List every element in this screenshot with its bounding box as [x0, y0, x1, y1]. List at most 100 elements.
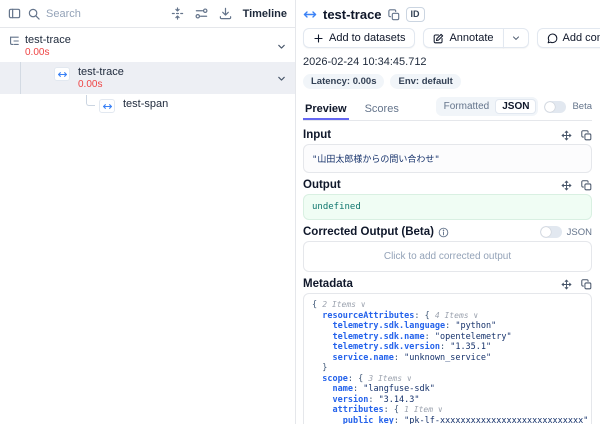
input-title: Input: [303, 129, 331, 141]
tabs-row: Preview Scores Formatted JSON Beta: [303, 97, 592, 121]
span-type-chip: [54, 67, 70, 81]
tree-row-duration: 0.00s: [78, 79, 124, 90]
search-input[interactable]: [46, 8, 164, 20]
json-line: public_key: "pk-lf-xxxxxxxxxxxxxxxxxxxxx…: [312, 416, 583, 424]
json-line: { 2 Items ∨: [312, 300, 583, 311]
json-line: attributes: { 1 Item ∨: [312, 405, 583, 416]
info-icon[interactable]: [438, 227, 449, 238]
move-horizontal-icon: [303, 9, 317, 20]
json-line: resourceAttributes: { 4 Items ∨: [312, 311, 583, 322]
corrected-output-header: Corrected Output (Beta) JSON: [303, 226, 592, 238]
trace-timestamp: 2026-02-24 10:34:45.712: [303, 56, 592, 68]
tree-row-main: test-trace 0.00s: [25, 34, 71, 58]
annotate-label: Annotate: [449, 32, 493, 44]
list-tree-icon: [8, 35, 20, 47]
annotate-button[interactable]: Annotate: [423, 28, 503, 48]
trace-detail-view: Timeline test-trace 0.00s: [0, 0, 600, 424]
latency-badge: Latency: 0.00s: [303, 74, 384, 89]
fold-vertical-icon[interactable]: [171, 7, 184, 20]
output-value: undefined: [303, 194, 592, 220]
chevron-down-icon[interactable]: [276, 41, 287, 52]
tab-preview[interactable]: Preview: [303, 103, 349, 120]
json-option[interactable]: JSON: [495, 99, 536, 114]
action-buttons: Add to datasets Annotate Add comment: [303, 28, 592, 48]
copy-icon[interactable]: [581, 130, 592, 141]
id-badge[interactable]: ID: [406, 7, 425, 22]
tree-row-trace-root[interactable]: test-trace 0.00s: [0, 30, 295, 62]
tree-row-label: test-span: [123, 98, 168, 110]
tree-row-label: test-trace: [78, 66, 124, 78]
json-line: scope: { 3 Items ∨: [312, 374, 583, 385]
tree-row-label: test-trace: [25, 34, 71, 46]
search-box: [28, 8, 164, 20]
tree-row-duration: 0.00s: [25, 47, 71, 58]
tree-row-main: test-span: [123, 98, 168, 110]
input-section-icons: [561, 130, 592, 141]
trace-tree-panel: Timeline test-trace 0.00s: [0, 0, 296, 424]
add-comment-button[interactable]: Add comment: [537, 28, 600, 48]
beta-label: Beta: [572, 101, 592, 112]
copy-icon[interactable]: [581, 279, 592, 290]
tree-toolbar: Timeline: [0, 0, 295, 28]
tree-row-trace-child-selected[interactable]: test-trace 0.00s: [0, 62, 295, 94]
trace-detail-panel: test-trace ID Add to datasets Annotate: [296, 0, 600, 424]
corrected-output-controls: JSON: [540, 226, 592, 238]
tree-row-main: test-trace 0.00s: [78, 66, 124, 90]
expand-icon[interactable]: [561, 279, 572, 290]
collapse-panel-icon[interactable]: [8, 7, 21, 20]
metadata-section-icons: [561, 279, 592, 290]
input-value: "山田太郎様からの問い合わせ": [303, 144, 592, 173]
json-line: telemetry.sdk.language: "python": [312, 321, 583, 332]
move-horizontal-icon: [102, 102, 113, 111]
add-to-datasets-label: Add to datasets: [329, 32, 405, 44]
corrected-output-title: Corrected Output (Beta): [303, 226, 449, 238]
output-section: Output undefined: [303, 179, 592, 220]
corrected-output-section: Corrected Output (Beta) JSON Click to ad…: [303, 226, 592, 272]
format-segmented-control: Formatted JSON: [436, 97, 539, 116]
annotate-split-button: Annotate: [423, 28, 528, 48]
plus-icon: [313, 33, 324, 44]
add-comment-label: Add comment: [563, 32, 600, 44]
corrected-output-title-text: Corrected Output (Beta): [303, 226, 434, 238]
json-line: telemetry.sdk.version: "1.35.1": [312, 342, 583, 353]
pen-square-icon: [433, 33, 444, 44]
beta-toggle[interactable]: [544, 101, 566, 113]
metadata-section: Metadata { 2 Items ∨ resourceAttributes:…: [303, 278, 592, 424]
json-line: name: "langfuse-sdk": [312, 384, 583, 395]
annotate-dropdown-button[interactable]: [503, 28, 529, 48]
expand-icon[interactable]: [561, 130, 572, 141]
expand-icon[interactable]: [561, 180, 572, 191]
chevron-down-icon[interactable]: [276, 73, 287, 84]
title-row: test-trace ID: [303, 7, 592, 22]
search-icon: [28, 8, 40, 20]
output-title: Output: [303, 179, 341, 191]
copy-icon[interactable]: [388, 9, 400, 21]
input-section-header: Input: [303, 129, 592, 141]
page-title: test-trace: [323, 7, 382, 22]
json-line: telemetry.sdk.name: "opentelemetry": [312, 332, 583, 343]
span-type-chip: [99, 99, 115, 113]
timeline-button[interactable]: Timeline: [243, 8, 287, 20]
settings-sliders-icon[interactable]: [195, 7, 208, 20]
corrected-json-toggle[interactable]: [540, 226, 562, 238]
comment-bubble-icon: [547, 33, 558, 44]
preview-content: Input "山田太郎様からの問い合わせ" Output: [303, 121, 592, 424]
metadata-section-header: Metadata: [303, 278, 592, 290]
tree-toolbar-icons: Timeline: [171, 7, 287, 20]
input-section: Input "山田太郎様からの問い合わせ": [303, 129, 592, 173]
env-badge: Env: default: [390, 74, 460, 89]
trace-badges: Latency: 0.00s Env: default: [303, 74, 592, 89]
formatted-option[interactable]: Formatted: [438, 100, 496, 113]
json-line: service.name: "unknown_service": [312, 353, 583, 364]
add-to-datasets-button[interactable]: Add to datasets: [303, 28, 415, 48]
tree-connector: [86, 95, 95, 106]
copy-icon[interactable]: [581, 180, 592, 191]
tree-row-span[interactable]: test-span: [0, 94, 295, 117]
chevron-down-icon: [511, 33, 521, 43]
tab-scores[interactable]: Scores: [363, 103, 401, 120]
metadata-title: Metadata: [303, 278, 353, 290]
view-controls: Formatted JSON Beta: [436, 97, 592, 120]
trace-tree: test-trace 0.00s test-trace 0.00s: [0, 28, 295, 424]
add-corrected-output-area[interactable]: Click to add corrected output: [303, 241, 592, 272]
download-icon[interactable]: [219, 7, 232, 20]
